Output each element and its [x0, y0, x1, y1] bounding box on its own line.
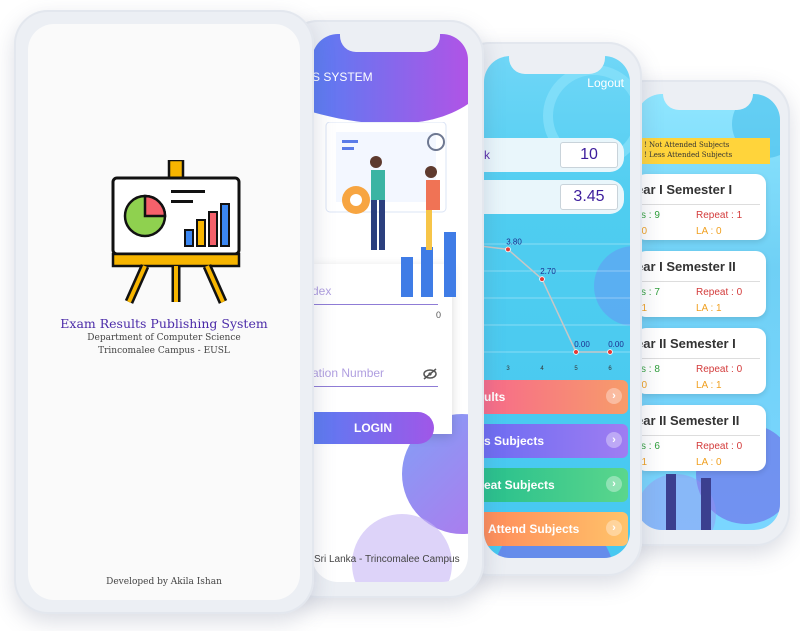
chart-line-segment — [541, 278, 577, 353]
registration-number-input[interactable]: ation Number — [312, 366, 438, 387]
attendance-legend: ! Not Attended Subjects ! Less Attended … — [636, 138, 770, 164]
la-count: LA : 0 — [696, 457, 722, 468]
chart-data-label: 2.70 — [540, 267, 556, 276]
repeat-count: Repeat : 0 — [696, 287, 743, 298]
chart-x-tick-label: 3 — [506, 366, 510, 372]
chart-x-tick-label: 6 — [608, 366, 612, 372]
divider — [636, 358, 760, 359]
phone-splash: Exam Results Publishing System Departmen… — [14, 10, 314, 614]
chart-data-label: 0.00 — [574, 340, 590, 349]
chart-point[interactable] — [539, 276, 545, 282]
menu-repeat-label: eat Subjects — [484, 478, 555, 492]
gpa-panel: 3.45 — [484, 180, 624, 214]
campus-text: Trincomalee Campus - EUSL — [98, 346, 230, 356]
chart-line-segment — [484, 245, 509, 251]
repeat-count: Repeat : 0 — [696, 441, 743, 452]
app-title: Exam Results Publishing System — [60, 316, 268, 331]
registration-number-placeholder: ation Number — [312, 366, 385, 380]
chevron-right-icon: › — [606, 476, 622, 492]
divider — [636, 281, 760, 282]
chart-point[interactable] — [505, 246, 511, 253]
login-illustration — [325, 122, 456, 297]
login-footer: Sri Lanka - Trincomalee Campus — [314, 554, 460, 565]
semester-card[interactable]: ear I Semester I ss : 9 Repeat : 1 : 0 L… — [636, 174, 766, 240]
semester-card[interactable]: ear II Semester II ss : 6 Repeat : 0 : 1… — [636, 405, 766, 471]
semester-card[interactable]: ear I Semester II ss : 7 Repeat : 0 : 1 … — [636, 251, 766, 317]
phone-login: S SYSTEM dex 0 ation Number LOGIN Sri La… — [284, 20, 484, 598]
dashboard-screen: Logout k 10 3.45 3.80 2.70 0.00 0.00 3 4 5 6 u… — [484, 56, 630, 558]
logout-button[interactable]: Logout — [587, 76, 624, 90]
semester-card[interactable]: ear II Semester I ss : 8 Repeat : 0 : 0 … — [636, 328, 766, 394]
menu-pass-subjects[interactable]: s Subjects › — [484, 424, 628, 458]
login-screen: S SYSTEM dex 0 ation Number LOGIN Sri La… — [312, 34, 468, 582]
divider — [636, 435, 760, 436]
presentation-board-logo — [111, 160, 241, 304]
developer-credit: Developed by Akila Ishan — [106, 577, 222, 587]
chevron-right-icon: › — [606, 520, 622, 536]
menu-pass-label: s Subjects — [484, 434, 545, 448]
chart-point[interactable] — [607, 349, 613, 355]
chart-line-segment — [507, 248, 543, 280]
chart-x-tick-label: 5 — [574, 366, 578, 372]
splash-screen: Exam Results Publishing System Departmen… — [28, 24, 300, 600]
menu-attend-label: Attend Subjects — [488, 522, 580, 536]
repeat-count: Repeat : 1 — [696, 210, 743, 221]
menu-results-label: ults — [484, 390, 506, 404]
la-count: LA : 0 — [696, 226, 722, 237]
chart-point[interactable] — [573, 349, 579, 355]
menu-repeat-subjects[interactable]: eat Subjects › — [484, 468, 628, 502]
chart-data-label: 0.00 — [608, 340, 624, 349]
gpa-line-chart: 3.80 2.70 0.00 0.00 3 4 5 6 — [484, 237, 630, 372]
rank-label: k — [484, 148, 490, 162]
gpa-value: 3.45 — [560, 184, 618, 210]
chevron-right-icon: › — [606, 388, 622, 404]
repeat-count: Repeat : 0 — [696, 364, 743, 375]
menu-results[interactable]: ults › — [484, 380, 628, 414]
semester-results-screen: ! Not Attended Subjects ! Less Attended … — [636, 94, 780, 530]
semester-title: ear II Semester I — [636, 336, 736, 351]
semester-title: ear II Semester II — [636, 413, 740, 428]
legend-less-attended: Less Attended Subjects — [649, 151, 733, 159]
app-header-title: S SYSTEM — [312, 70, 373, 84]
menu-not-attend-subjects[interactable]: Attend Subjects › — [484, 512, 628, 546]
chart-data-label: 3.80 — [506, 237, 522, 246]
la-count: LA : 1 — [696, 303, 722, 314]
department-text: Department of Computer Science — [87, 333, 241, 343]
divider — [636, 204, 760, 205]
semester-title: ear I Semester II — [636, 259, 736, 274]
phone-notch — [663, 94, 753, 110]
chevron-right-icon: › — [606, 432, 622, 448]
login-button[interactable]: LOGIN — [312, 412, 434, 444]
phone-notch — [340, 34, 440, 52]
legend-not-attended: Not Attended Subjects — [649, 141, 730, 149]
la-count: LA : 1 — [696, 380, 722, 391]
people-illustration — [666, 474, 711, 530]
rank-value: 10 — [560, 142, 618, 168]
chart-x-tick-label: 4 — [540, 366, 544, 372]
eye-off-icon[interactable] — [422, 368, 438, 380]
index-number-placeholder: dex — [312, 284, 332, 298]
semester-title: ear I Semester I — [636, 182, 733, 197]
phone-notch — [509, 56, 605, 74]
index-counter: 0 — [436, 310, 442, 320]
index-number-input[interactable]: dex — [312, 284, 438, 305]
rank-panel: k 10 — [484, 138, 624, 172]
